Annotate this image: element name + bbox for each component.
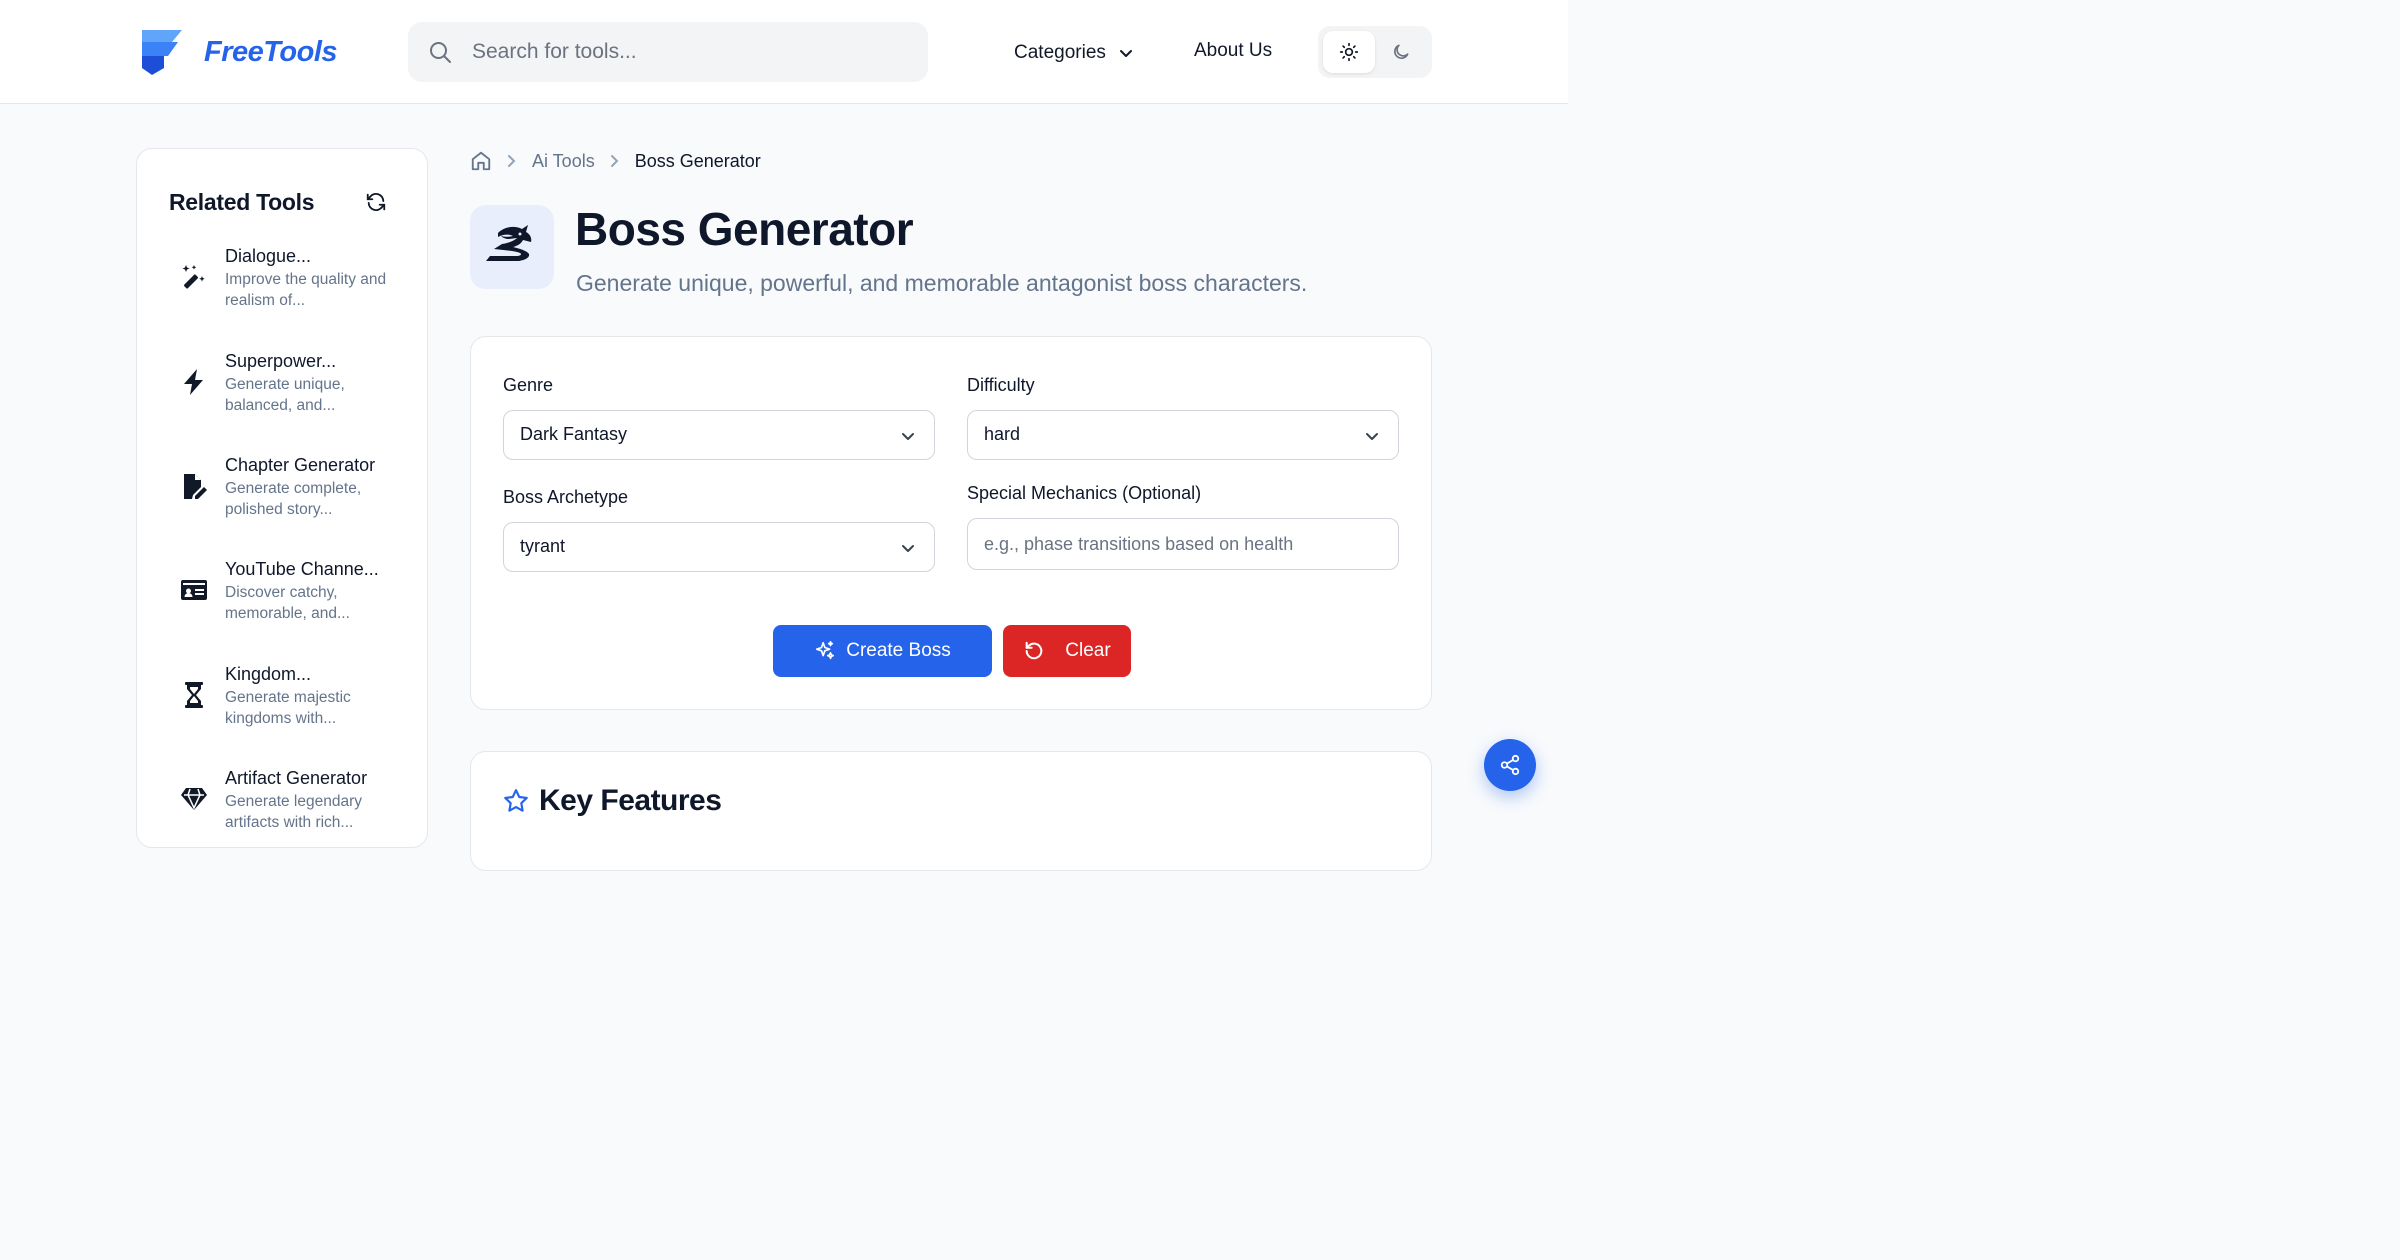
brand-logo[interactable]: FreeTools [142, 28, 338, 76]
mechanics-input[interactable] [967, 518, 1399, 570]
tool-name: Kingdom... [225, 664, 312, 684]
related-tools-title: Related Tools [169, 189, 315, 215]
difficulty-value: hard [984, 424, 1021, 444]
tool-description: Improve the quality and realism of... [225, 271, 387, 309]
sparkles-icon [816, 641, 835, 660]
generator-form: Genre Dark Fantasy Difficulty hard Boss … [470, 336, 1432, 710]
related-tool-item[interactable]: Kingdom... Generate majestic kingdoms wi… [177, 664, 417, 734]
light-mode-button[interactable] [1323, 31, 1375, 73]
dragon-icon [486, 225, 532, 261]
moon-icon [1394, 44, 1409, 59]
tool-hero-icon [470, 205, 554, 289]
share-button[interactable] [1484, 739, 1536, 791]
magic-wand-icon [182, 265, 205, 289]
archetype-label: Boss Archetype [503, 487, 629, 507]
hourglass-icon [185, 682, 203, 708]
archetype-select[interactable]: tyrant [503, 522, 935, 572]
tool-description: Generate complete, polished story... [225, 480, 362, 518]
share-icon [1500, 754, 1520, 776]
clear-button[interactable]: Clear [1003, 625, 1131, 677]
tool-description: Discover catchy, memorable, and... [225, 584, 350, 622]
key-features-section: Key Features [470, 751, 1432, 871]
dark-mode-button[interactable] [1375, 31, 1427, 73]
mechanics-label: Special Mechanics (Optional) [967, 483, 1202, 503]
search-input[interactable] [472, 32, 912, 72]
related-tool-item[interactable]: Chapter Generator Generate complete, pol… [177, 455, 417, 525]
tool-name: Chapter Generator [225, 455, 376, 475]
chevron-down-icon [902, 433, 914, 440]
id-card-icon [181, 580, 207, 600]
breadcrumb: Ai Tools Boss Generator [470, 148, 761, 174]
related-tool-item[interactable]: Dialogue... Improve the quality and real… [177, 246, 417, 316]
difficulty-select[interactable]: hard [967, 410, 1399, 460]
page-subtitle: Generate unique, powerful, and memorable… [576, 270, 1308, 296]
tool-description: Generate majestic kingdoms with... [225, 689, 351, 727]
file-pen-icon [184, 474, 207, 499]
sun-icon [1339, 42, 1359, 62]
tool-description: Generate unique, balanced, and... [225, 376, 345, 414]
related-tool-item[interactable]: Artifact Generator Generate legendary ar… [177, 768, 417, 838]
brand-name: FreeTools [204, 35, 338, 68]
nav-categories[interactable]: Categories [1014, 38, 1134, 68]
chevron-down-icon [902, 545, 914, 552]
chevron-down-icon [1366, 433, 1378, 440]
freetools-logo-icon [142, 30, 182, 75]
rotate-ccw-icon [1025, 641, 1043, 660]
genre-select[interactable]: Dark Fantasy [503, 410, 935, 460]
difficulty-label: Difficulty [967, 375, 1035, 395]
refresh-icon[interactable] [365, 191, 387, 213]
home-icon[interactable] [470, 150, 492, 172]
breadcrumb-ai-tools[interactable]: Ai Tools [532, 151, 595, 172]
tool-description: Generate legendary artifacts with rich..… [225, 793, 363, 831]
chevron-down-icon [1119, 50, 1132, 57]
nav-categories-label: Categories [1014, 42, 1106, 63]
breadcrumb-current: Boss Generator [634, 150, 761, 171]
star-icon [504, 789, 528, 812]
chevron-right-icon [508, 155, 516, 167]
nav-about-us[interactable]: About Us [1194, 40, 1272, 62]
tool-name: Superpower... [225, 351, 337, 371]
genre-label: Genre [503, 375, 554, 395]
search-icon [430, 42, 451, 63]
genre-value: Dark Fantasy [520, 424, 628, 444]
key-features-title: Key Features [539, 784, 722, 817]
gem-icon [181, 788, 207, 810]
clear-label: Clear [1065, 640, 1111, 661]
page-title: Boss Generator [575, 203, 914, 255]
tool-name: Artifact Generator [225, 768, 368, 788]
archetype-value: tyrant [520, 536, 566, 556]
top-header: FreeTools Categories About Us [0, 0, 1568, 104]
create-boss-button[interactable]: Create Boss [773, 625, 992, 677]
create-boss-label: Create Boss [846, 640, 951, 661]
related-tool-item[interactable]: Superpower... Generate unique, balanced,… [177, 351, 417, 421]
lightning-bolt-icon [184, 369, 203, 395]
related-tools-panel: Related Tools Dialogue... Improve the qu… [136, 148, 428, 848]
related-tool-item[interactable]: YouTube Channe... Discover catchy, memor… [177, 559, 417, 629]
tool-name: YouTube Channe... [225, 559, 379, 579]
tool-name: Dialogue... [225, 246, 312, 266]
chevron-right-icon [610, 155, 619, 167]
theme-toggle [1318, 26, 1432, 78]
search-bar[interactable] [408, 22, 928, 82]
